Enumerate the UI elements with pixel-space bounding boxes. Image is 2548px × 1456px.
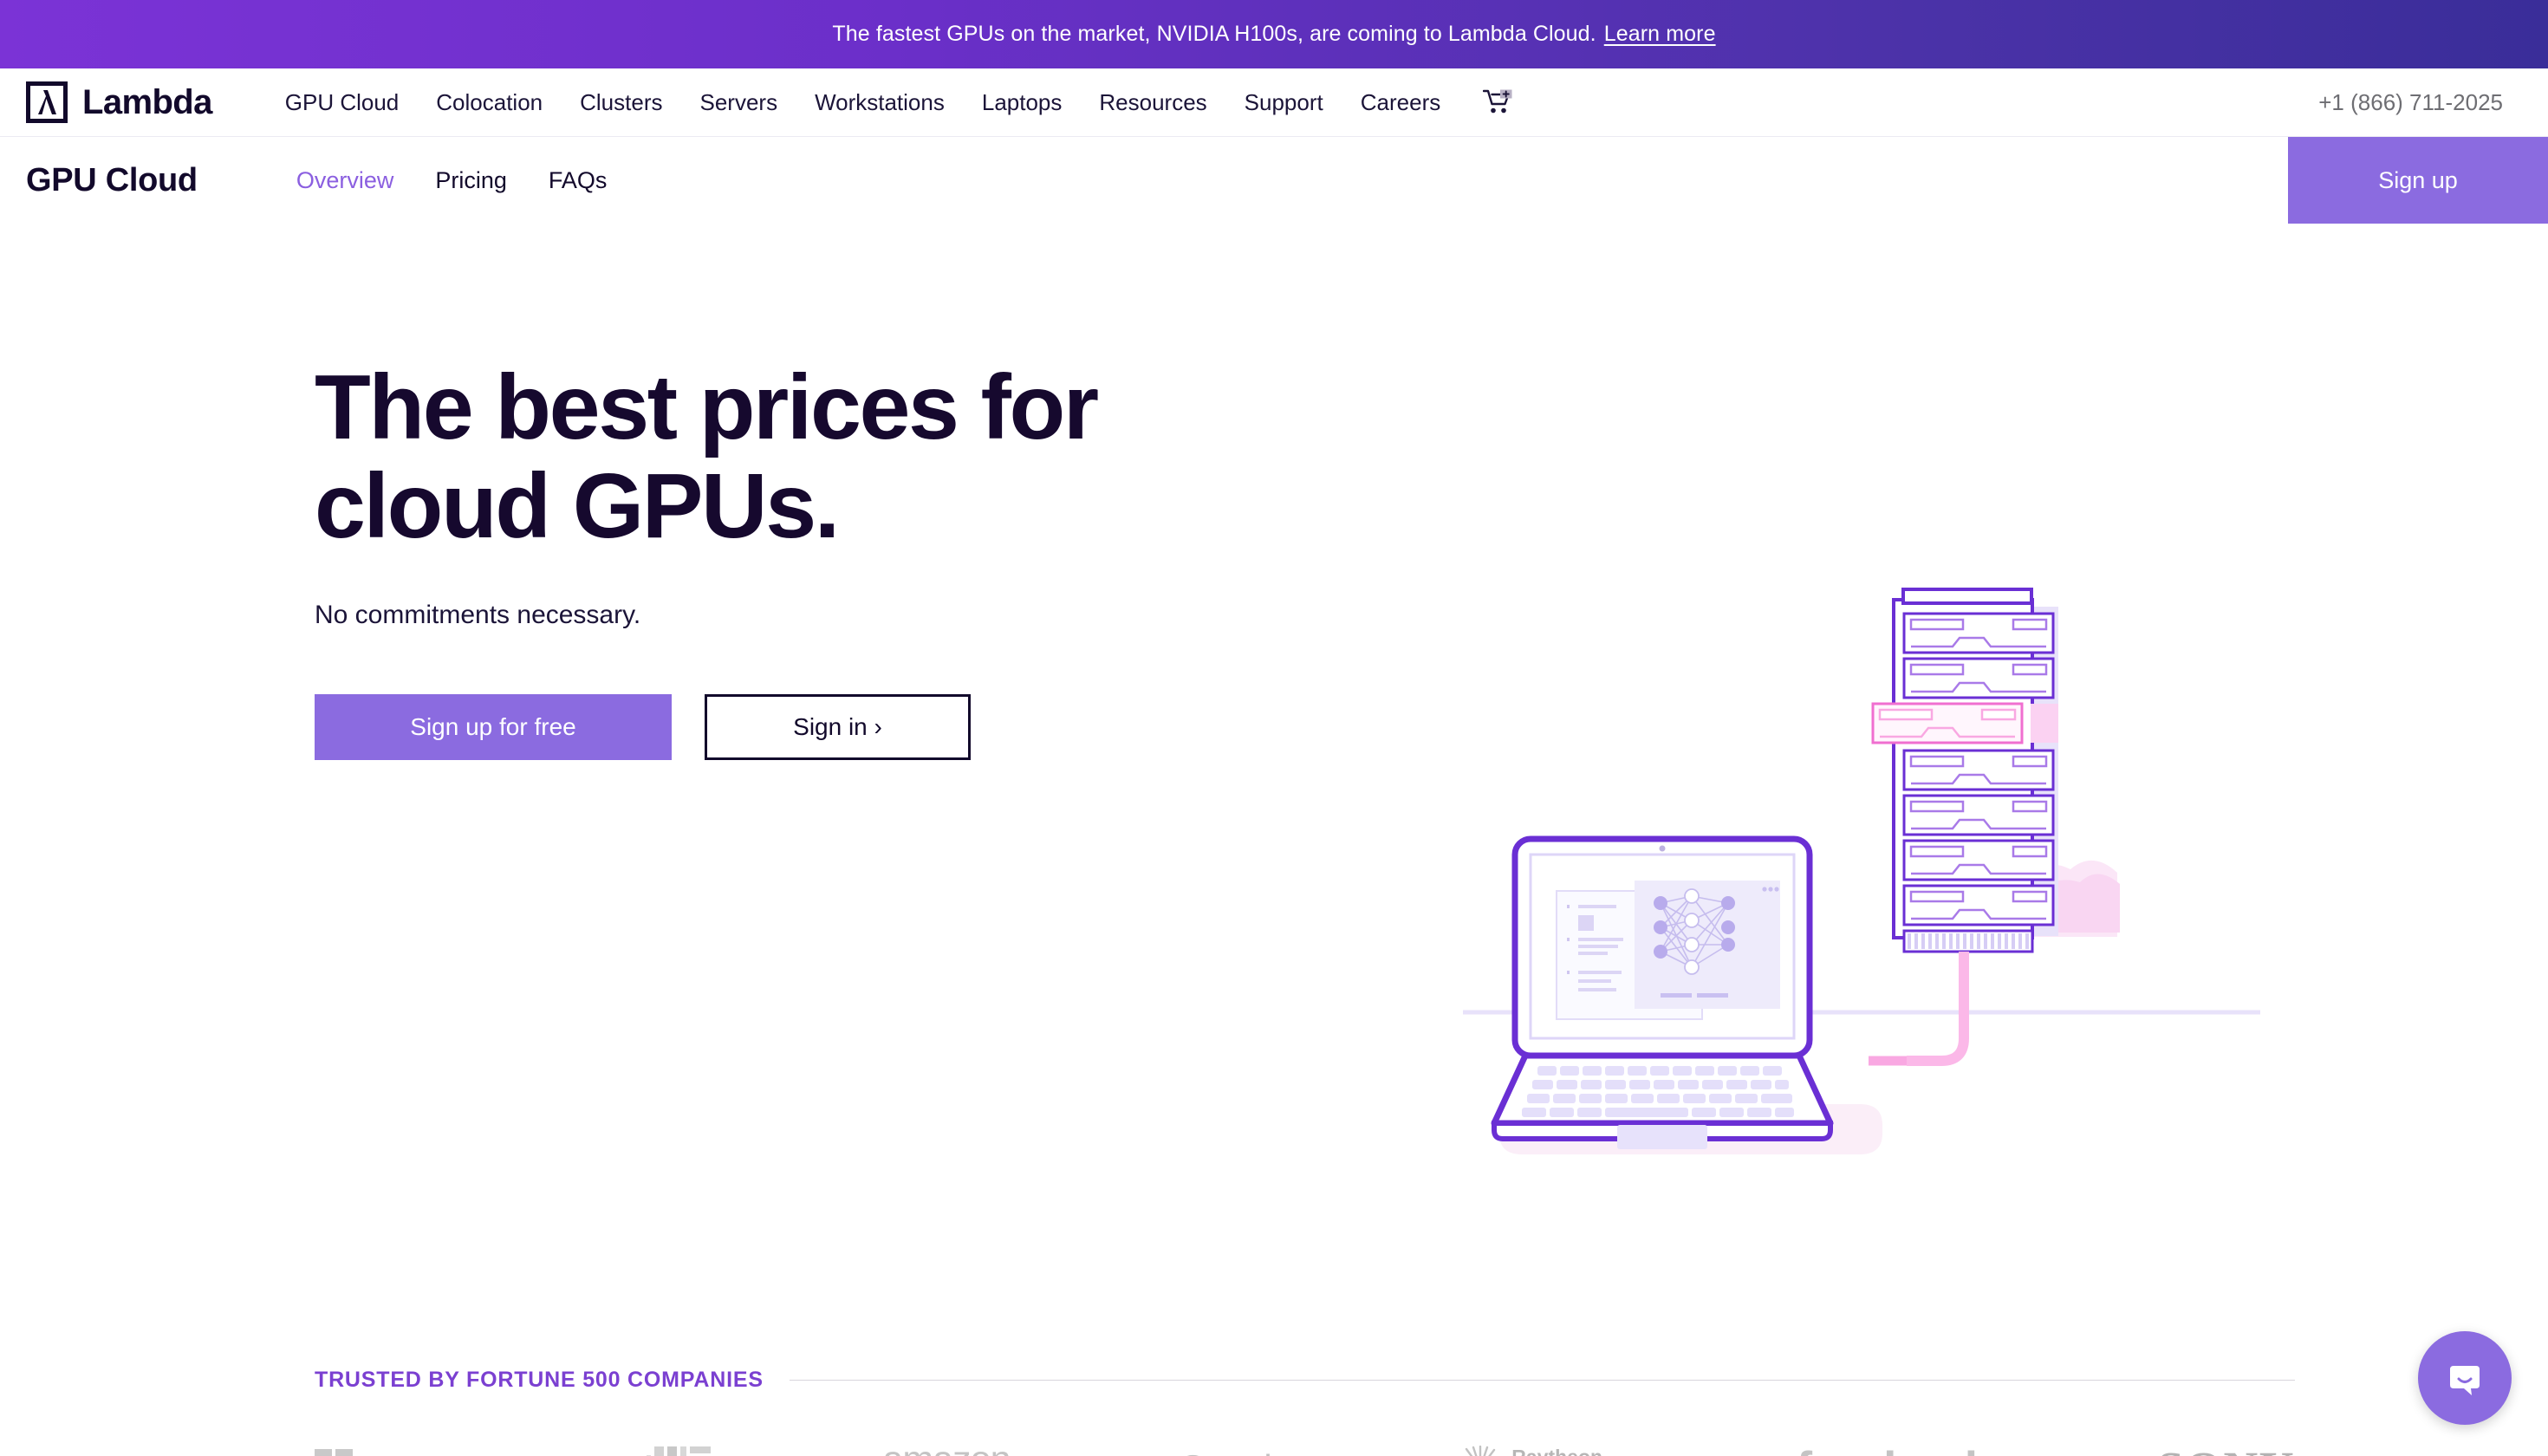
trusted-by-label: TRUSTED BY FORTUNE 500 COMPANIES bbox=[315, 1368, 764, 1392]
nav-item-careers[interactable]: Careers bbox=[1361, 89, 1440, 116]
microsoft-squares-icon bbox=[315, 1449, 353, 1456]
hero-heading: The best prices for cloud GPUs. bbox=[315, 358, 1285, 556]
hero-heading-line-1: The best prices for bbox=[315, 356, 1099, 458]
sony-logo: SONY bbox=[2157, 1441, 2295, 1456]
hero-heading-line-2: cloud GPUs. bbox=[315, 455, 840, 558]
announcement-text: The fastest GPUs on the market, NVIDIA H… bbox=[832, 22, 1596, 46]
signup-for-free-button[interactable]: Sign up for free bbox=[315, 693, 672, 760]
pink-cloud-shape bbox=[1921, 860, 2120, 937]
chat-bubble-smile-icon bbox=[2450, 1366, 2480, 1395]
mit-logo bbox=[647, 1446, 714, 1456]
tab-faqs[interactable]: FAQs bbox=[549, 167, 608, 194]
facebook-logo: facebook bbox=[1797, 1440, 1992, 1456]
microsoft-logo-text: Microsoft bbox=[365, 1452, 478, 1456]
raytheon-logo: Raytheon Technologies bbox=[1459, 1446, 1628, 1456]
subnav-tabs: Overview Pricing FAQs bbox=[296, 167, 608, 194]
signup-button-header[interactable]: Sign up bbox=[2288, 137, 2548, 224]
learn-more-link[interactable]: Learn more bbox=[1604, 22, 1716, 47]
phone-number[interactable]: +1 (866) 711-2025 bbox=[2318, 89, 2522, 116]
amazon-logo-text: amazon bbox=[883, 1439, 1011, 1456]
announcement-banner: The fastest GPUs on the market, NVIDIA H… bbox=[0, 0, 2548, 68]
nav-item-colocation[interactable]: Colocation bbox=[436, 89, 543, 116]
divider-line bbox=[789, 1380, 2295, 1381]
nav-item-servers[interactable]: Servers bbox=[699, 89, 777, 116]
raytheon-logo-text-primary: Raytheon bbox=[1511, 1446, 1628, 1456]
mit-bars-icon bbox=[647, 1446, 712, 1456]
microsoft-logo: Microsoft bbox=[315, 1449, 478, 1456]
google-logo: Google bbox=[1179, 1447, 1291, 1456]
lambda-logo[interactable]: Lambda bbox=[26, 81, 212, 123]
facebook-logo-text: facebook bbox=[1797, 1440, 1992, 1456]
product-subnav: GPU Cloud Overview Pricing FAQs Sign up bbox=[0, 137, 2548, 224]
trusted-by-section: TRUSTED BY FORTUNE 500 COMPANIES Microso… bbox=[315, 1368, 2295, 1456]
google-logo-text: Google bbox=[1179, 1447, 1291, 1456]
gpu-cloud-illustration bbox=[1463, 588, 2295, 1220]
hero-cta-group: Sign up for free Sign in › bbox=[315, 693, 2548, 760]
nav-item-support[interactable]: Support bbox=[1245, 89, 1323, 116]
main-navigation-bar: Lambda GPU Cloud Colocation Clusters Ser… bbox=[0, 68, 2548, 137]
chat-launcher-button[interactable] bbox=[2418, 1331, 2512, 1425]
nav-item-resources[interactable]: Resources bbox=[1099, 89, 1206, 116]
nav-item-workstations[interactable]: Workstations bbox=[815, 89, 945, 116]
shopping-cart-plus-icon[interactable] bbox=[1483, 89, 1512, 115]
sign-in-button[interactable]: Sign in › bbox=[705, 693, 971, 760]
tab-pricing[interactable]: Pricing bbox=[435, 167, 507, 194]
sony-logo-text: SONY bbox=[2157, 1441, 2295, 1456]
nav-item-laptops[interactable]: Laptops bbox=[982, 89, 1063, 116]
nav-item-clusters[interactable]: Clusters bbox=[580, 89, 662, 116]
tab-overview[interactable]: Overview bbox=[296, 167, 394, 194]
hero-subheading: No commitments necessary. bbox=[315, 600, 641, 629]
primary-nav-links: GPU Cloud Colocation Clusters Servers Wo… bbox=[285, 89, 1512, 116]
amazon-logo: amazon bbox=[883, 1439, 1011, 1456]
customer-logo-row: Microsoft amazon bbox=[315, 1440, 2295, 1456]
raytheon-starburst-icon bbox=[1466, 1446, 1496, 1456]
page-title: GPU Cloud bbox=[26, 161, 198, 198]
neural-network-diagram bbox=[1660, 895, 1729, 968]
trusted-by-header: TRUSTED BY FORTUNE 500 COMPANIES bbox=[315, 1368, 2295, 1393]
lambda-wordmark: Lambda bbox=[82, 83, 212, 121]
hero-section: The best prices for cloud GPUs. No commi… bbox=[0, 224, 2548, 1456]
lambda-box-icon bbox=[26, 81, 68, 123]
nav-item-gpu-cloud[interactable]: GPU Cloud bbox=[285, 89, 400, 116]
